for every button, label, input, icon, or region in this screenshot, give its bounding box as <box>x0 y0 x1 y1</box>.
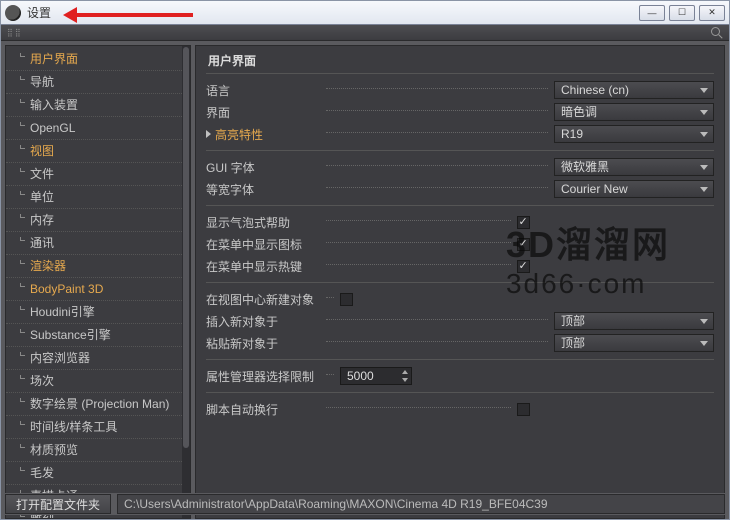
window-title: 设置 <box>27 4 51 21</box>
mono-font-label: 等宽字体 <box>206 181 324 198</box>
scheme-dropdown[interactable]: 暗色调 <box>554 103 714 121</box>
bubble-help-label: 显示气泡式帮助 <box>206 214 324 231</box>
menu-hotkey-checkbox[interactable] <box>517 260 530 273</box>
script-wrap-label: 脚本自动换行 <box>206 401 324 418</box>
menu-icon-label: 在菜单中显示图标 <box>206 236 324 253</box>
config-path-field[interactable]: C:\Users\Administrator\AppData\Roaming\M… <box>117 494 725 514</box>
sidebar-item[interactable]: 导航 <box>6 71 190 94</box>
spinner-down-icon[interactable] <box>399 376 411 384</box>
center-new-label: 在视图中心新建对象 <box>206 291 324 308</box>
paste-new-dropdown[interactable]: 顶部 <box>554 334 714 352</box>
insert-new-label: 插入新对象于 <box>206 313 324 330</box>
sidebar-item[interactable]: 内容浏览器 <box>6 347 190 370</box>
settings-window: 设置 — ☐ ✕ ⣿⣿ 用户界面导航输入装置OpenGL视图文件单位内存通讯渲染… <box>0 0 730 520</box>
sidebar: 用户界面导航输入装置OpenGL视图文件单位内存通讯渲染器BodyPaint 3… <box>5 45 191 519</box>
sidebar-item[interactable]: OpenGL <box>6 117 190 140</box>
sidebar-item[interactable]: 内存 <box>6 209 190 232</box>
attr-limit-label: 属性管理器选择限制 <box>206 368 324 385</box>
sidebar-item[interactable]: 场次 <box>6 370 190 393</box>
grip-icon[interactable]: ⣿⣿ <box>7 28 23 37</box>
mono-font-dropdown[interactable]: Courier New <box>554 180 714 198</box>
sidebar-item[interactable]: 用户界面 <box>6 48 190 71</box>
sidebar-item[interactable]: Houdini引擎 <box>6 301 190 324</box>
search-icon[interactable] <box>711 27 723 39</box>
sidebar-item[interactable]: 材质预览 <box>6 439 190 462</box>
footer: 打开配置文件夹 C:\Users\Administrator\AppData\R… <box>5 493 725 515</box>
language-dropdown[interactable]: Chinese (cn) <box>554 81 714 99</box>
gui-font-dropdown[interactable]: 微软雅黑 <box>554 158 714 176</box>
sidebar-scrollbar[interactable] <box>182 46 190 518</box>
paste-new-label: 粘贴新对象于 <box>206 335 324 352</box>
sidebar-item[interactable]: 数字绘景 (Projection Man) <box>6 393 190 416</box>
sidebar-item[interactable]: Substance引擎 <box>6 324 190 347</box>
menu-icon-checkbox[interactable] <box>517 238 530 251</box>
sidebar-item[interactable]: BodyPaint 3D <box>6 278 190 301</box>
language-label: 语言 <box>206 82 324 99</box>
sidebar-item[interactable]: 输入装置 <box>6 94 190 117</box>
open-config-folder-button[interactable]: 打开配置文件夹 <box>5 494 111 514</box>
titlebar: 设置 — ☐ ✕ <box>1 1 729 25</box>
highlight-dropdown[interactable]: R19 <box>554 125 714 143</box>
center-new-checkbox[interactable] <box>340 293 353 306</box>
bubble-help-checkbox[interactable] <box>517 216 530 229</box>
sidebar-item[interactable]: 视图 <box>6 140 190 163</box>
sidebar-item[interactable]: 毛发 <box>6 462 190 485</box>
insert-new-dropdown[interactable]: 顶部 <box>554 312 714 330</box>
script-wrap-checkbox[interactable] <box>517 403 530 416</box>
maximize-button[interactable]: ☐ <box>669 5 695 21</box>
minimize-button[interactable]: — <box>639 5 665 21</box>
sidebar-item[interactable]: 渲染器 <box>6 255 190 278</box>
dockbar: ⣿⣿ <box>1 25 729 41</box>
main-panel: 用户界面 语言 Chinese (cn) 界面 暗色调 高亮特性 R19 <box>195 45 725 519</box>
app-icon <box>5 5 21 21</box>
menu-hotkey-label: 在菜单中显示热键 <box>206 258 324 275</box>
sidebar-item[interactable]: 文件 <box>6 163 190 186</box>
sidebar-item[interactable]: 单位 <box>6 186 190 209</box>
spinner-up-icon[interactable] <box>399 368 411 376</box>
gui-font-label: GUI 字体 <box>206 159 324 176</box>
chevron-right-icon[interactable] <box>206 130 211 138</box>
highlight-label: 高亮特性 <box>206 126 324 143</box>
section-title: 用户界面 <box>206 50 714 74</box>
sidebar-item[interactable]: 通讯 <box>6 232 190 255</box>
close-button[interactable]: ✕ <box>699 5 725 21</box>
sidebar-item[interactable]: 时间线/样条工具 <box>6 416 190 439</box>
attr-limit-spinner[interactable]: 5000 <box>340 367 412 385</box>
scheme-label: 界面 <box>206 104 324 121</box>
